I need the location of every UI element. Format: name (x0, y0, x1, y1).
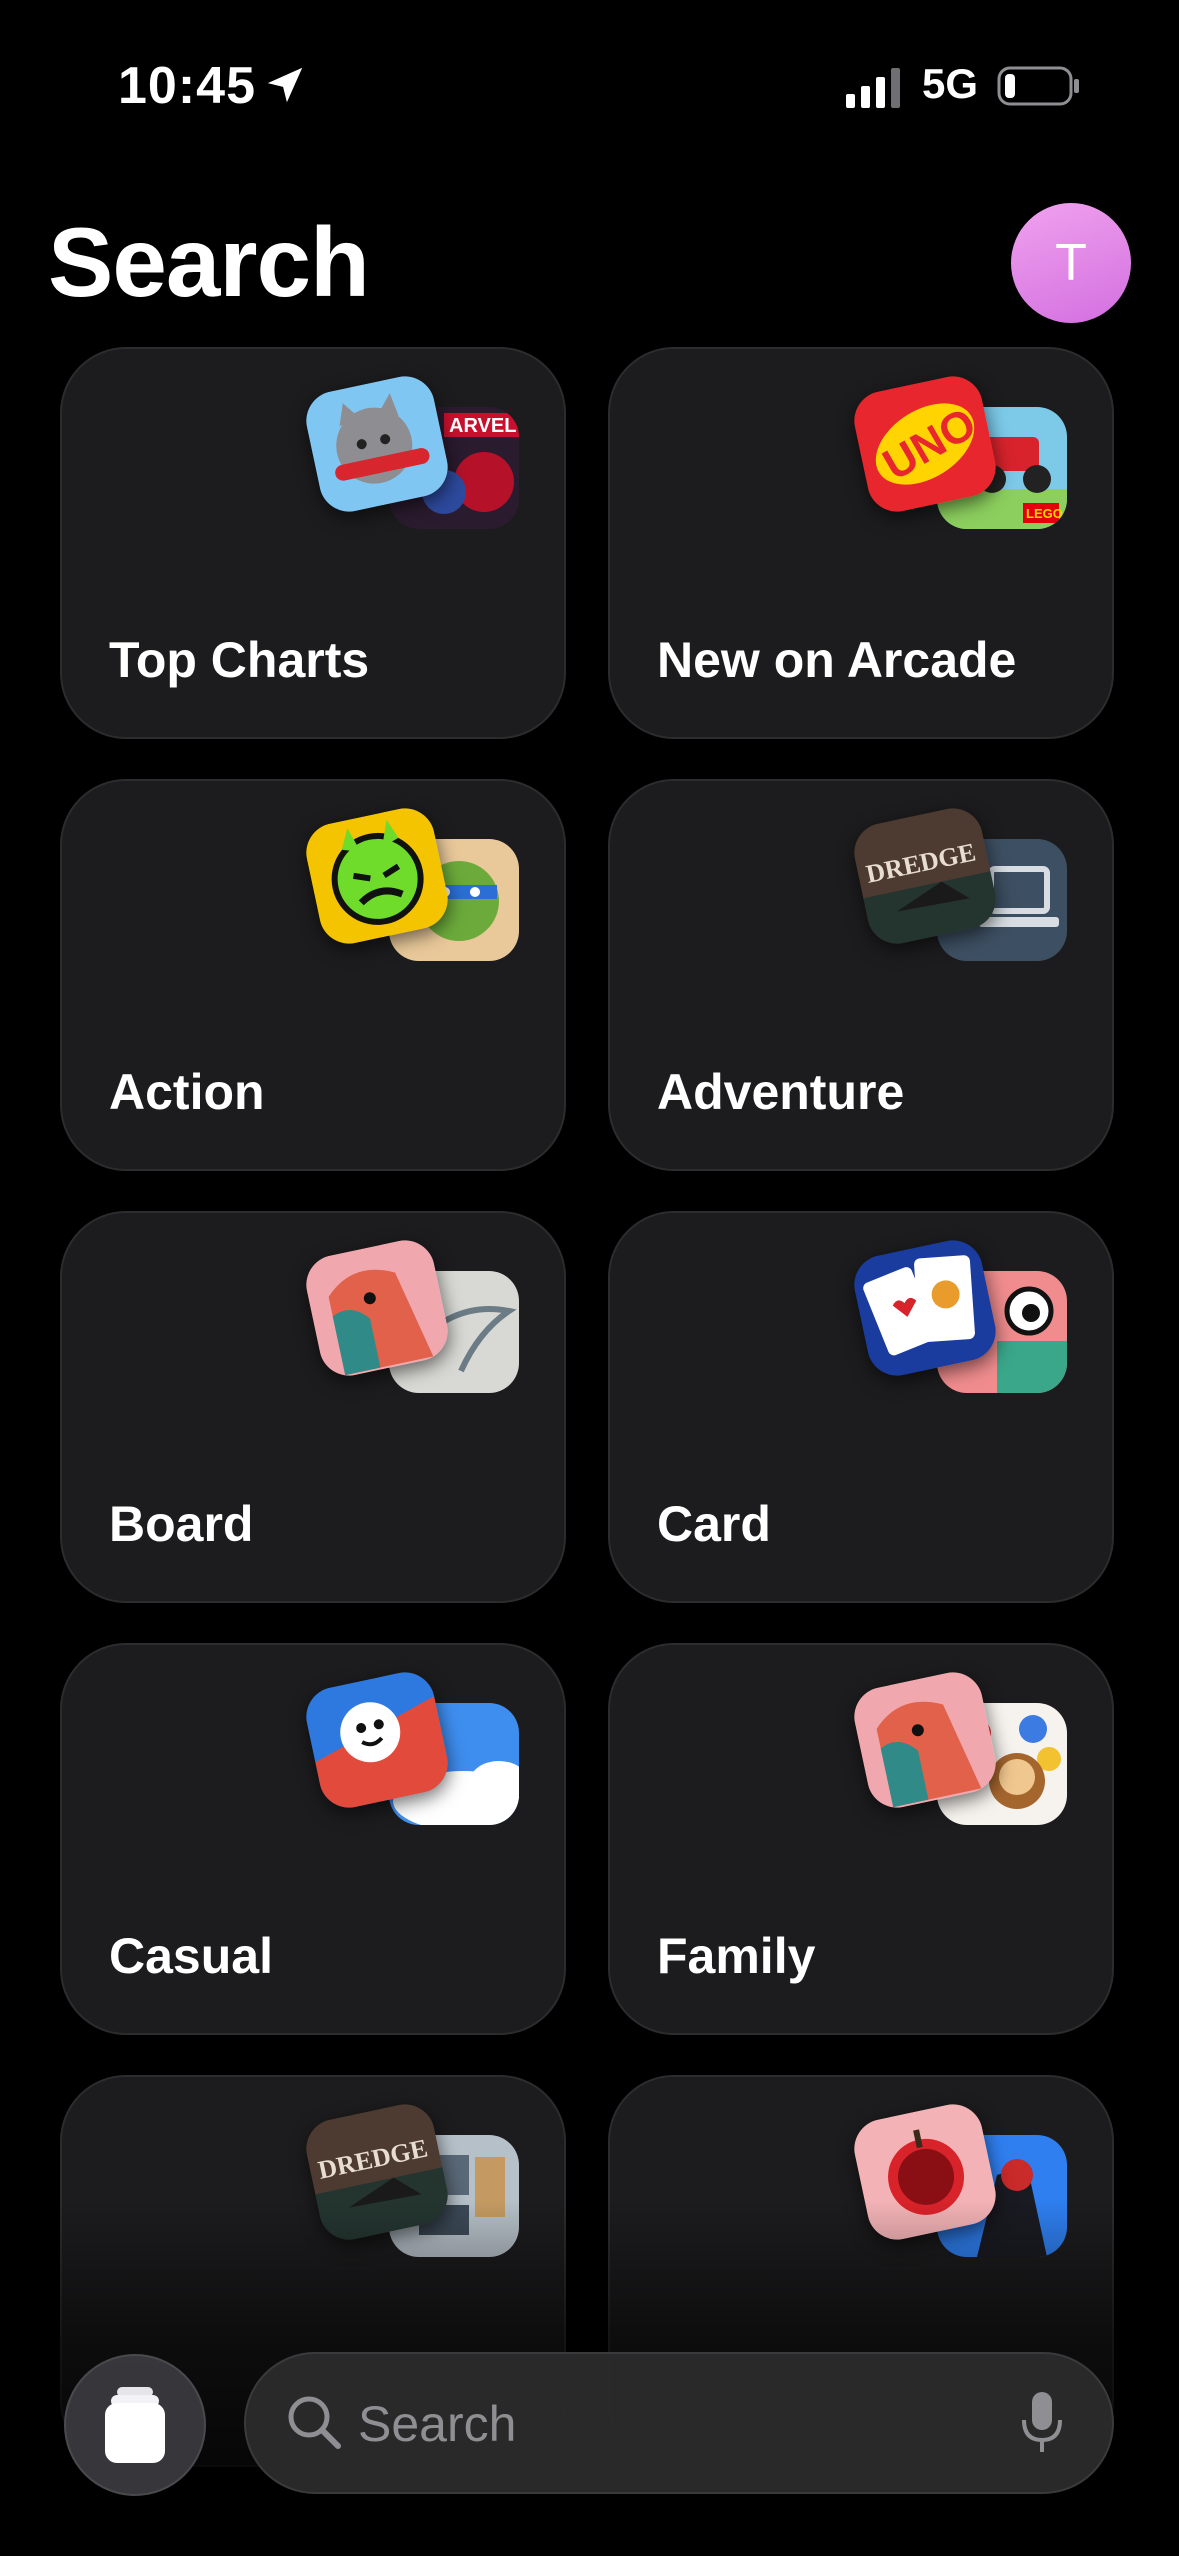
category-tile-casual[interactable]: Casual (60, 1643, 566, 2035)
category-label: New on Arcade (657, 632, 1017, 688)
account-avatar-button[interactable]: T (1011, 203, 1131, 323)
library-button[interactable] (64, 2354, 206, 2496)
category-tile-top-charts[interactable]: ARVEL Top Charts (60, 347, 566, 739)
location-arrow-icon (267, 67, 303, 103)
category-tile-new-on-arcade[interactable]: LEGO UNO New on Arcade (608, 347, 1114, 739)
category-label: Board (109, 1496, 254, 1552)
search-input[interactable] (356, 2354, 960, 2494)
network-type: 5G (922, 60, 979, 107)
category-tile-board[interactable]: Board (60, 1211, 566, 1603)
status-time: 10:45 (118, 57, 256, 115)
category-label: Casual (109, 1928, 273, 1984)
category-tile-action[interactable]: Action (60, 779, 566, 1171)
category-label: Action (109, 1064, 265, 1120)
search-icon (288, 2396, 341, 2449)
microphone-icon[interactable] (1020, 2390, 1064, 2456)
category-tile-adventure[interactable]: DREDGE Adventure (608, 779, 1114, 1171)
bottom-bar (0, 2340, 1179, 2500)
category-label: Top Charts (109, 632, 370, 688)
category-tile-card[interactable]: Card (608, 1211, 1114, 1603)
category-label: Family (657, 1928, 816, 1984)
status-bar: 10:45 5G (0, 0, 1179, 170)
category-label: Card (657, 1496, 771, 1552)
lego-logo-text: LEGO (1026, 506, 1063, 521)
page-title: Search (48, 207, 370, 317)
app-stack-icon (105, 2387, 165, 2463)
cellular-signal-icon (846, 68, 900, 108)
category-tile-family[interactable]: Family (608, 1643, 1114, 2035)
category-label: Adventure (657, 1064, 905, 1120)
search-field[interactable] (244, 2352, 1114, 2494)
battery-icon (997, 66, 1079, 106)
marvel-logo-text: ARVEL (449, 415, 516, 437)
